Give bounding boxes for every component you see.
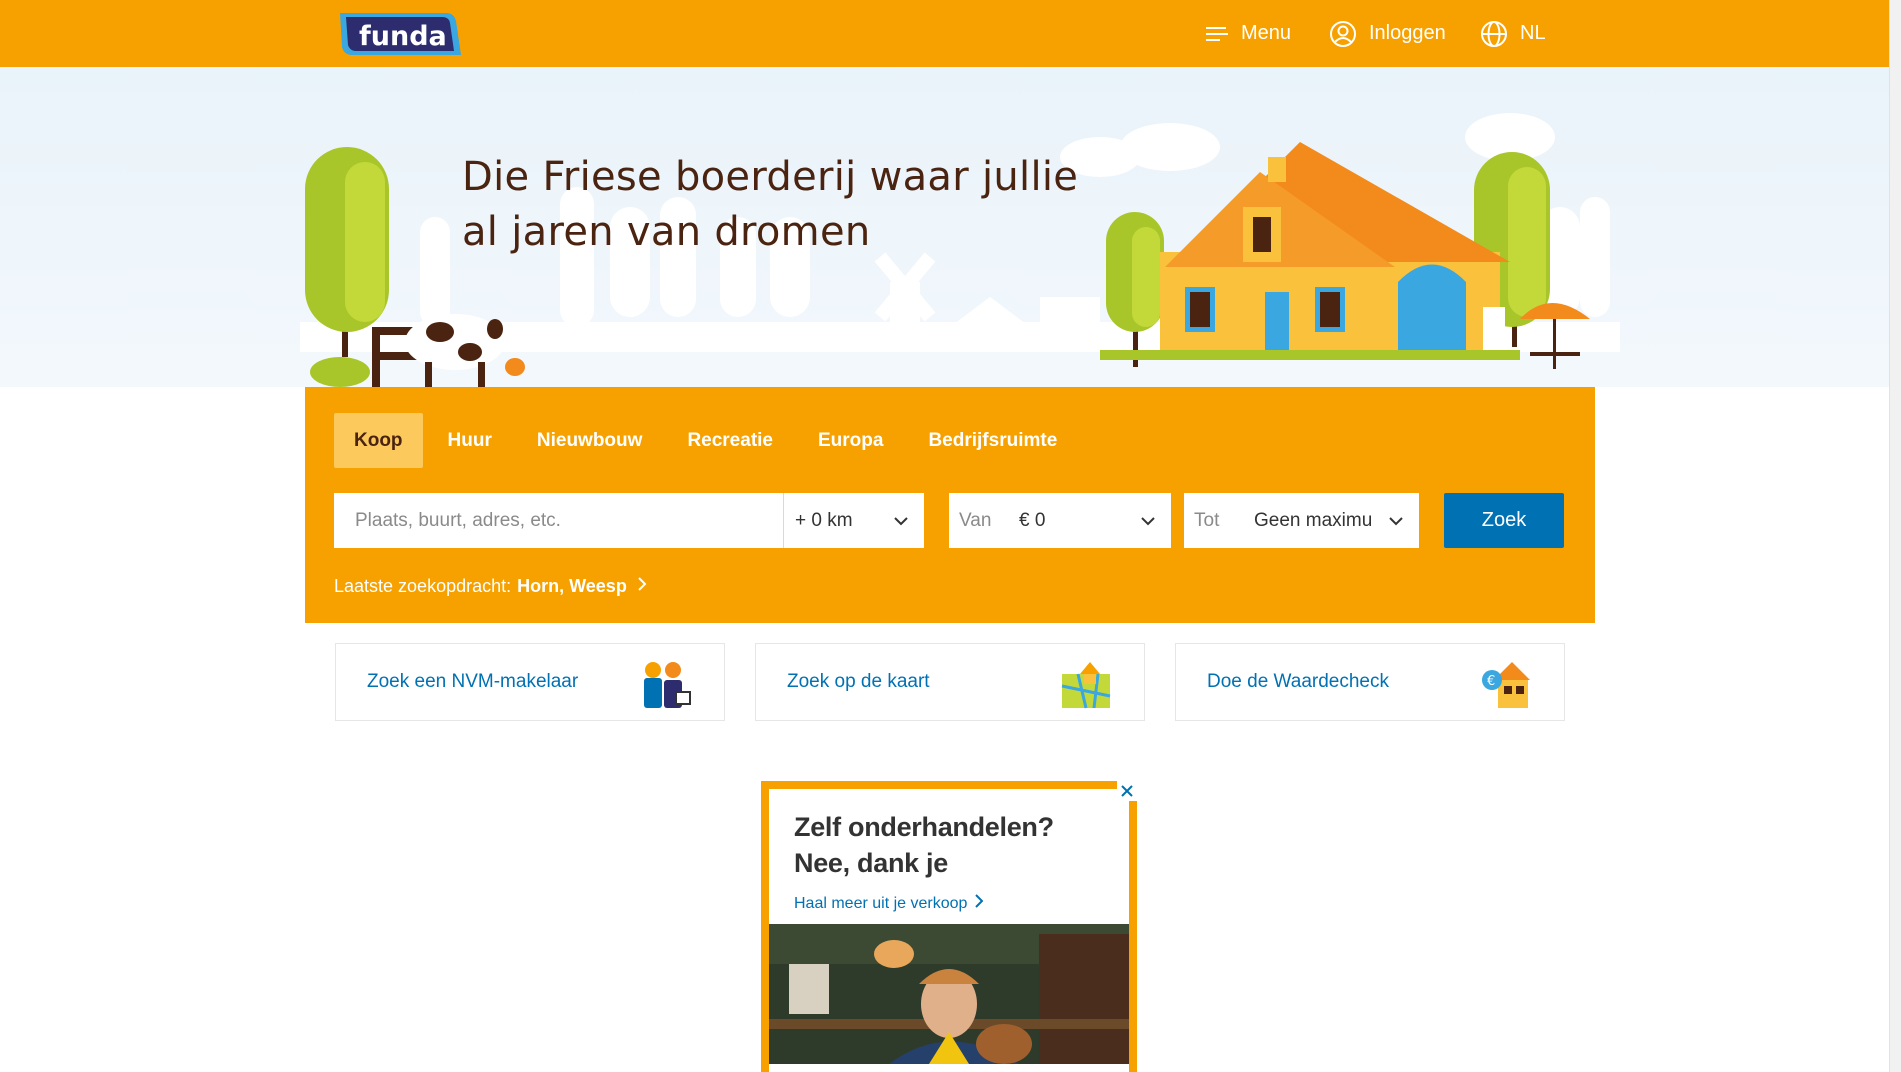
tab-koop[interactable]: Koop xyxy=(334,413,423,468)
language-button[interactable]: NL xyxy=(1480,0,1546,67)
value-check-label: Doe de Waardecheck xyxy=(1207,671,1390,692)
chevron-down-icon xyxy=(1139,512,1157,536)
price-from-select[interactable]: Van € 0 xyxy=(949,493,1171,548)
map-search-link[interactable]: Zoek op de kaart xyxy=(755,643,1145,721)
house-value-icon: € xyxy=(1482,662,1530,708)
ad-title-line-1: Zelf onderhandelen? xyxy=(794,812,1054,842)
hero-headline-line-2: al jaren van dromen xyxy=(462,209,871,255)
funda-logo[interactable]: funda xyxy=(334,11,462,57)
tab-huur[interactable]: Huur xyxy=(428,413,512,468)
ad-title: Zelf onderhandelen? Nee, dank je xyxy=(794,809,1054,881)
menu-label: Menu xyxy=(1241,22,1292,44)
hamburger-icon xyxy=(1205,25,1229,43)
last-search-link[interactable]: Laatste zoekopdracht: Horn, Weesp xyxy=(334,576,647,597)
price-from-value: € 0 xyxy=(1019,509,1046,531)
page-scrollbar[interactable] xyxy=(1889,0,1901,1072)
tab-recreatie[interactable]: Recreatie xyxy=(667,413,793,468)
login-button[interactable]: Inloggen xyxy=(1329,0,1446,67)
globe-icon xyxy=(1480,20,1508,48)
chevron-down-icon xyxy=(892,512,910,536)
map-house-icon xyxy=(1061,662,1111,709)
top-navigation-bar: funda Menu Inloggen NL xyxy=(0,0,1901,67)
language-label: NL xyxy=(1520,22,1546,44)
last-search-label: Laatste zoekopdracht: xyxy=(334,576,512,596)
radius-select[interactable]: + 0 km xyxy=(784,493,924,548)
find-agent-label: Zoek een NVM-makelaar xyxy=(367,671,579,692)
advertisement-banner[interactable]: Zelf onderhandelen? Nee, dank je Haal me… xyxy=(761,781,1137,1072)
price-to-value: Geen maximu xyxy=(1254,509,1373,531)
search-type-tabs: Koop Huur Nieuwbouw Recreatie Europa Bed… xyxy=(334,413,1082,468)
search-panel: Koop Huur Nieuwbouw Recreatie Europa Bed… xyxy=(305,387,1595,623)
value-check-link[interactable]: Doe de Waardecheck € xyxy=(1175,643,1565,721)
logo-wordmark: funda xyxy=(359,21,447,52)
last-search-value: Horn, Weesp xyxy=(517,576,627,596)
ad-photo-man-on-phone xyxy=(769,924,1129,1064)
hero-headline: Die Friese boerderij waar jullie al jare… xyxy=(462,150,1102,260)
ad-cta-link[interactable]: Haal meer uit je verkoop xyxy=(794,894,984,913)
agents-icon xyxy=(644,662,691,708)
price-from-label: Van xyxy=(959,509,992,531)
ad-close-button[interactable] xyxy=(1117,781,1137,801)
find-agent-link[interactable]: Zoek een NVM-makelaar xyxy=(335,643,725,721)
radius-value: + 0 km xyxy=(795,509,853,531)
location-search-input[interactable] xyxy=(334,493,783,548)
hero-banner: Die Friese boerderij waar jullie al jare… xyxy=(0,67,1889,387)
ad-title-line-2: Nee, dank je xyxy=(794,848,948,878)
chevron-right-icon xyxy=(637,576,647,597)
hero-headline-line-1: Die Friese boerderij waar jullie xyxy=(462,154,1079,200)
map-search-label: Zoek op de kaart xyxy=(787,671,930,692)
price-to-label: Tot xyxy=(1194,509,1220,531)
search-submit-button[interactable]: Zoek xyxy=(1444,493,1564,548)
chevron-right-icon xyxy=(975,894,984,913)
user-icon xyxy=(1329,20,1357,48)
menu-button[interactable]: Menu xyxy=(1205,0,1291,67)
tab-europa[interactable]: Europa xyxy=(798,413,903,468)
price-to-select[interactable]: Tot Geen maximu xyxy=(1184,493,1419,548)
chevron-down-icon xyxy=(1387,512,1405,536)
tab-nieuwbouw[interactable]: Nieuwbouw xyxy=(517,413,663,468)
ad-cta-label: Haal meer uit je verkoop xyxy=(794,894,968,912)
svg-text:€: € xyxy=(1487,674,1495,689)
close-icon xyxy=(1121,785,1133,797)
tab-bedrijfsruimte[interactable]: Bedrijfsruimte xyxy=(908,413,1077,468)
login-label: Inloggen xyxy=(1369,22,1446,44)
location-field-wrapper xyxy=(334,493,784,548)
